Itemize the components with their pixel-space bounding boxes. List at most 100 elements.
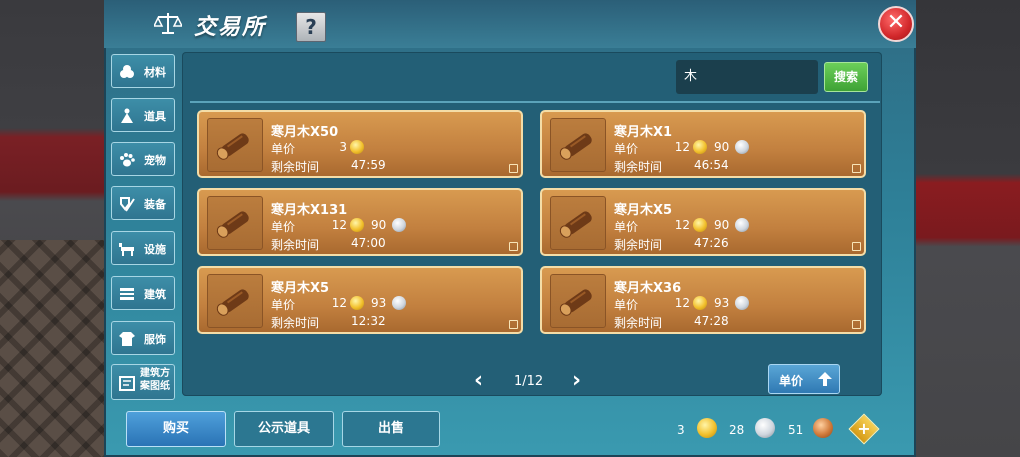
corner-mark [509,320,518,329]
listing-card[interactable]: 寒月木X1 单价 12 90 剩余时间 46:54 [540,110,866,178]
gold-coin-icon [693,140,707,154]
category-label: 服饰 [144,333,166,346]
help-button[interactable]: ? [296,12,326,42]
corner-mark [852,164,861,173]
title-bar: 交易所 [104,0,916,48]
prev-page-button[interactable]: ‹ [474,370,490,392]
scale-icon [154,13,182,34]
close-button[interactable]: ✕ [878,6,914,42]
gold-balance: 3 [677,423,685,437]
corner-mark [509,242,518,251]
category-tab-buildings[interactable]: 建筑 [111,276,175,310]
gold-coin-icon [693,296,707,310]
facility-icon [119,243,134,256]
category-tab-equipment[interactable]: 装备 [111,186,175,220]
time-left-label: 剩余时间 [271,316,320,330]
clothing-icon [119,332,135,346]
price-silver: 93 [371,296,387,310]
sell-button[interactable]: 出售 [342,411,440,447]
divider [190,101,880,103]
unit-price-label: 单价 [614,220,639,234]
price-silver: 90 [714,218,730,232]
category-tab-materials[interactable]: 材料 [111,54,175,88]
time-left-label: 剩余时间 [614,316,663,330]
category-label: 建筑方案图纸 [140,368,170,392]
sort-by-price-button[interactable]: 单价 [768,364,840,394]
listing-card[interactable]: 寒月木X36 单价 12 93 剩余时间 47:28 [540,266,866,334]
pet-paw-icon [120,153,135,167]
item-name: 寒月木X50 [271,125,339,140]
category-label: 建筑 [144,288,166,301]
price-gold: 12 [674,140,690,154]
next-page-button[interactable]: › [572,370,588,392]
gold-coin-icon [350,140,364,154]
props-icon [121,108,133,123]
gold-coin-icon [693,218,707,232]
arrow-up-icon [818,372,832,386]
time-left: 47:28 [694,314,729,328]
window-title: 交易所 [194,15,267,40]
category-tab-clothing[interactable]: 服饰 [111,321,175,355]
wood-log-icon [550,118,606,172]
wood-log-icon [550,196,606,250]
price-gold: 12 [674,296,690,310]
price-gold: 12 [331,296,347,310]
silver-coin-icon [735,296,749,310]
copper-coin-icon [813,418,833,438]
time-left: 47:00 [351,236,386,250]
item-name: 寒月木X1 [614,125,673,140]
listing-card[interactable]: 寒月木X50 单价 3 剩余时间 47:59 [197,110,523,178]
listing-card[interactable]: 寒月木X5 单价 12 93 剩余时间 12:32 [197,266,523,334]
plus-icon: + [857,419,871,438]
unit-price-label: 单价 [271,220,296,234]
silver-coin-icon [735,218,749,232]
listing-card[interactable]: 寒月木X131 单价 12 90 剩余时间 47:00 [197,188,523,256]
silver-balance: 28 [729,423,745,437]
gold-coin-icon [697,418,717,438]
time-left-label: 剩余时间 [271,238,320,252]
equipment-icon [120,197,135,212]
building-icon [120,288,134,300]
copper-balance: 51 [788,423,804,437]
category-tab-pets[interactable]: 宠物 [111,142,175,176]
time-left: 12:32 [351,314,386,328]
unit-price-label: 单价 [271,142,296,156]
price-silver: 90 [714,140,730,154]
time-left: 47:59 [351,158,386,172]
category-label: 装备 [144,198,166,211]
wood-log-icon [207,118,263,172]
price-gold: 3 [339,140,347,154]
corner-mark [852,242,861,251]
category-label: 材料 [144,66,166,79]
unit-price-label: 单价 [614,298,639,312]
blueprint-icon [119,376,135,391]
silver-coin-icon [755,418,775,438]
silver-coin-icon [735,140,749,154]
item-name: 寒月木X5 [614,203,673,218]
category-tab-props[interactable]: 道具 [111,98,175,132]
category-label: 道具 [144,110,166,123]
buy-button[interactable]: 购买 [126,411,226,447]
category-tab-blueprints[interactable]: 建筑方案图纸 [111,364,175,400]
time-left: 46:54 [694,158,729,172]
silver-coin-icon [392,296,406,310]
time-left-label: 剩余时间 [271,160,320,174]
item-name: 寒月木X36 [614,281,682,296]
sort-label: 单价 [779,374,804,388]
category-tab-facilities[interactable]: 设施 [111,231,175,265]
time-left: 47:26 [694,236,729,250]
price-silver: 90 [371,218,387,232]
wood-log-icon [207,274,263,328]
corner-mark [509,164,518,173]
scene-background-right [910,0,1020,457]
price-gold: 12 [674,218,690,232]
time-left-label: 剩余时间 [614,238,663,252]
search-button[interactable]: 搜索 [824,62,868,92]
unit-price-label: 单价 [271,298,296,312]
page-indicator: 1/12 [514,374,544,389]
public-items-button[interactable]: 公示道具 [234,411,334,447]
search-input[interactable]: 木 [676,60,818,94]
listing-card[interactable]: 寒月木X5 单价 12 90 剩余时间 47:26 [540,188,866,256]
unit-price-label: 单价 [614,142,639,156]
scene-background-left [0,0,110,457]
